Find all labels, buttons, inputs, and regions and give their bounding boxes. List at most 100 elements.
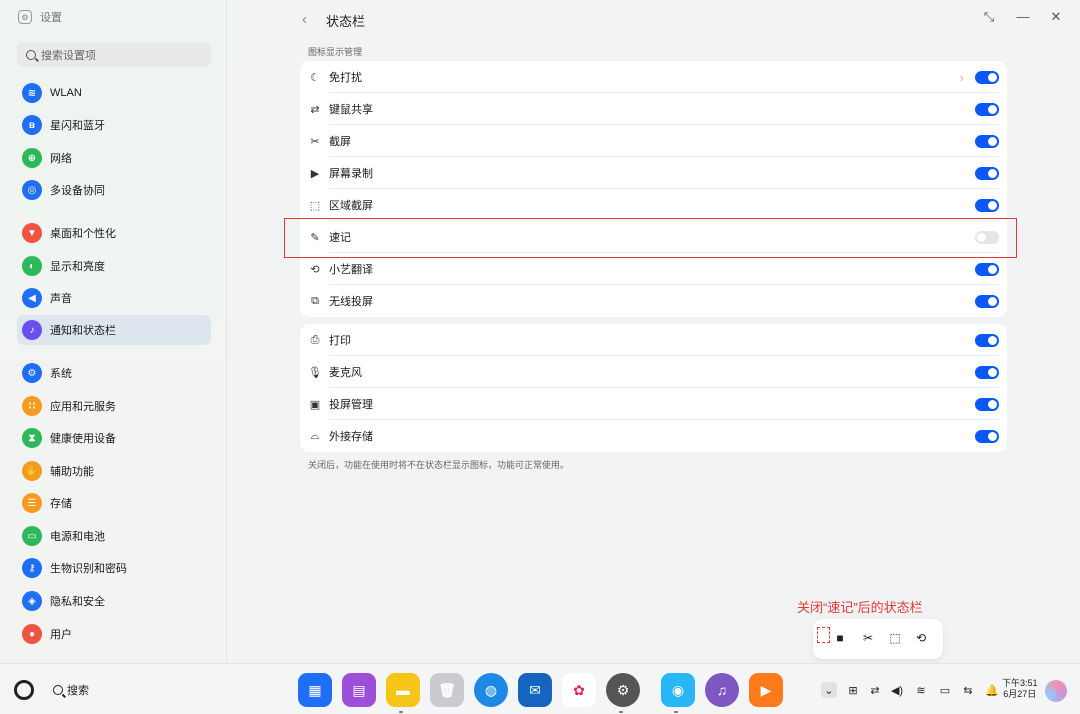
row-do-not-disturb[interactable]: ☾ 免打扰 › xyxy=(300,61,1007,93)
toggle-switch[interactable] xyxy=(975,429,999,443)
toggle-switch[interactable] xyxy=(975,333,999,347)
icon-settings-group-2: ⎙ 打印 🎙 麦克风 ▣ 投屏管理 ⌓ 外接存储 xyxy=(300,324,1007,452)
app-launcher-icon[interactable]: ▦ xyxy=(298,673,332,707)
sidebar-item-users[interactable]: ● 用户 xyxy=(17,619,211,649)
shield-icon: ◈ xyxy=(22,591,42,611)
search-input[interactable]: 搜索设置项 xyxy=(17,42,211,67)
row-keyboard-mouse-share[interactable]: ⇄ 键鼠共享 xyxy=(300,93,1007,125)
toggle-switch[interactable] xyxy=(975,397,999,411)
row-translate[interactable]: ⟲ 小艺翻译 xyxy=(300,253,1007,285)
transfer-icon[interactable]: ⇆ xyxy=(960,682,976,698)
file-manager-icon[interactable]: ◉ xyxy=(661,673,695,707)
sidebar-item-bluetooth[interactable]: ʙ 星闪和蓝牙 xyxy=(17,110,211,140)
browser-icon[interactable]: ◍ xyxy=(474,673,508,707)
trash-icon[interactable]: 🗑 xyxy=(430,673,464,707)
sidebar-item-storage[interactable]: ☰ 存储 xyxy=(17,488,211,518)
sidebar-item-label: 系统 xyxy=(50,368,72,380)
printer-icon: ⎙ xyxy=(310,333,320,346)
screen-record-icon: ■ xyxy=(836,631,844,645)
chevron-down-icon[interactable]: ⌄ xyxy=(821,682,837,698)
display-icon: ◐ xyxy=(22,256,42,276)
user-icon: ● xyxy=(22,624,42,644)
gallery-icon[interactable]: ✿ xyxy=(562,673,596,707)
input-method-icon[interactable]: ⊞ xyxy=(845,682,861,698)
status-bar-preview: ■ ✂ ⬚ ⟲ xyxy=(813,619,943,659)
mail-icon[interactable]: ✉ xyxy=(518,673,552,707)
brush-icon: ▼ xyxy=(22,223,42,243)
sidebar-item-sound[interactable]: ◀ 声音 xyxy=(17,283,211,313)
notification-bell-icon[interactable]: 🔔 xyxy=(984,682,1000,698)
annotation-label: 关闭“速记”后的状态栏 xyxy=(797,600,923,615)
sidebar-item-label: 隐私和安全 xyxy=(50,596,105,608)
sidebar-item-display[interactable]: ◐ 显示和亮度 xyxy=(17,251,211,281)
toggle-switch[interactable] xyxy=(975,262,999,276)
start-button[interactable] xyxy=(14,680,34,700)
row-cast-manage[interactable]: ▣ 投屏管理 xyxy=(300,388,1007,420)
toggle-switch[interactable] xyxy=(975,198,999,212)
taskbar-search[interactable]: 搜索 xyxy=(53,682,89,698)
row-wireless-cast[interactable]: ⧉ 无线投屏 xyxy=(300,285,1007,317)
clock-time: 下午3:51 xyxy=(1002,678,1038,688)
row-print[interactable]: ⎙ 打印 xyxy=(300,324,1007,356)
row-screen-record[interactable]: ▶ 屏幕录制 xyxy=(300,157,1007,189)
sidebar-item-health[interactable]: ⧗ 健康使用设备 xyxy=(17,423,211,453)
minimize-icon[interactable]: — xyxy=(1015,9,1031,24)
screenshot-icon: ✂ xyxy=(310,135,320,148)
battery-icon[interactable]: ▭ xyxy=(937,682,953,698)
close-icon[interactable]: ✕ xyxy=(1048,9,1064,25)
toggle-switch[interactable] xyxy=(975,134,999,148)
toggle-switch[interactable] xyxy=(975,102,999,116)
clock[interactable]: 下午3:51 6月27日 xyxy=(1002,678,1038,700)
row-label: 打印 xyxy=(329,335,351,347)
restore-icon[interactable]: ⤡ xyxy=(981,9,997,25)
toggle-switch[interactable] xyxy=(975,294,999,308)
toggle-switch[interactable] xyxy=(975,230,999,244)
back-icon[interactable]: ‹ xyxy=(302,11,307,28)
apps-icon: ∷ xyxy=(22,396,42,416)
assistant-icon[interactable] xyxy=(1045,680,1067,702)
sidebar-item-accessibility[interactable]: ✋ 辅助功能 xyxy=(17,456,211,486)
sidebar-item-apps[interactable]: ∷ 应用和元服务 xyxy=(17,391,211,421)
sidebar-item-network[interactable]: ⊕ 网络 xyxy=(17,143,211,173)
taskbar: 搜索 ▦ ▤ ▬ 🗑 ◍ ✉ ✿ ⚙ ◉ ♫ ▶ ⌄ ⊞ ⇄ ◀) ≋ ▭ ⇆ … xyxy=(0,663,1080,714)
sidebar-item-biometrics[interactable]: ⚷ 生物识别和密码 xyxy=(17,553,211,583)
video-icon[interactable]: ▶ xyxy=(749,673,783,707)
wifi-icon[interactable]: ≋ xyxy=(913,682,929,698)
keyboard-mouse-share-icon[interactable]: ⇄ xyxy=(867,682,883,698)
row-area-screenshot[interactable]: ⬚ 区域截屏 xyxy=(300,189,1007,221)
sidebar-item-power[interactable]: ▭ 电源和电池 xyxy=(17,521,211,551)
sidebar-item-label: 桌面和个性化 xyxy=(50,228,116,240)
sidebar-item-system[interactable]: ⚙ 系统 xyxy=(17,358,211,388)
toggle-switch[interactable] xyxy=(975,365,999,379)
row-note[interactable]: ✎ 速记 xyxy=(300,221,1007,253)
hint-text: 关闭后，功能在使用时将不在状态栏显示图标，功能可正常使用。 xyxy=(308,460,570,470)
row-label: 麦克风 xyxy=(329,367,362,379)
sidebar-item-desktop[interactable]: ▼ 桌面和个性化 xyxy=(17,218,211,248)
music-icon[interactable]: ♫ xyxy=(705,673,739,707)
sidebar-item-notifications[interactable]: ♪ 通知和状态栏 xyxy=(17,315,211,345)
notes-app-icon[interactable]: ▬ xyxy=(386,673,420,707)
volume-icon[interactable]: ◀) xyxy=(889,682,905,698)
toggle-switch[interactable] xyxy=(975,70,999,84)
external-storage-icon: ⌓ xyxy=(310,429,320,442)
settings-icon: ⚙ xyxy=(18,10,32,24)
row-microphone[interactable]: 🎙 麦克风 xyxy=(300,356,1007,388)
keyboard-mouse-share-icon: ⇄ xyxy=(310,103,320,116)
sidebar-item-multi-device[interactable]: ◎ 多设备协同 xyxy=(17,175,211,205)
app-title-label: 设置 xyxy=(40,12,62,24)
icon-settings-group-1: ☾ 免打扰 › ⇄ 键鼠共享 ✂ 截屏 ▶ 屏幕录制 ⬚ 区域截屏 ✎ 速记 ⟲… xyxy=(300,61,1007,317)
row-screenshot[interactable]: ✂ 截屏 xyxy=(300,125,1007,157)
sidebar-item-wlan[interactable]: ≋ WLAN xyxy=(17,78,211,108)
sidebar-item-label: 网络 xyxy=(50,153,72,165)
battery-icon: ▭ xyxy=(22,526,42,546)
row-external-storage[interactable]: ⌓ 外接存储 xyxy=(300,420,1007,452)
page-title: 状态栏 xyxy=(326,14,366,29)
sidebar-item-label: 显示和亮度 xyxy=(50,261,105,273)
chevron-right-icon[interactable]: › xyxy=(960,70,964,85)
sidebar: ⚙ 设置 搜索设置项 ≋ WLAN ʙ 星闪和蓝牙 ⊕ 网络 ◎ 多设备协同 ▼… xyxy=(0,0,227,663)
sidebar-item-privacy[interactable]: ◈ 隐私和安全 xyxy=(17,586,211,616)
toggle-switch[interactable] xyxy=(975,166,999,180)
multitask-icon[interactable]: ▤ xyxy=(342,673,376,707)
screen-record-icon: ▶ xyxy=(310,167,320,180)
settings-app-icon[interactable]: ⚙ xyxy=(606,673,640,707)
